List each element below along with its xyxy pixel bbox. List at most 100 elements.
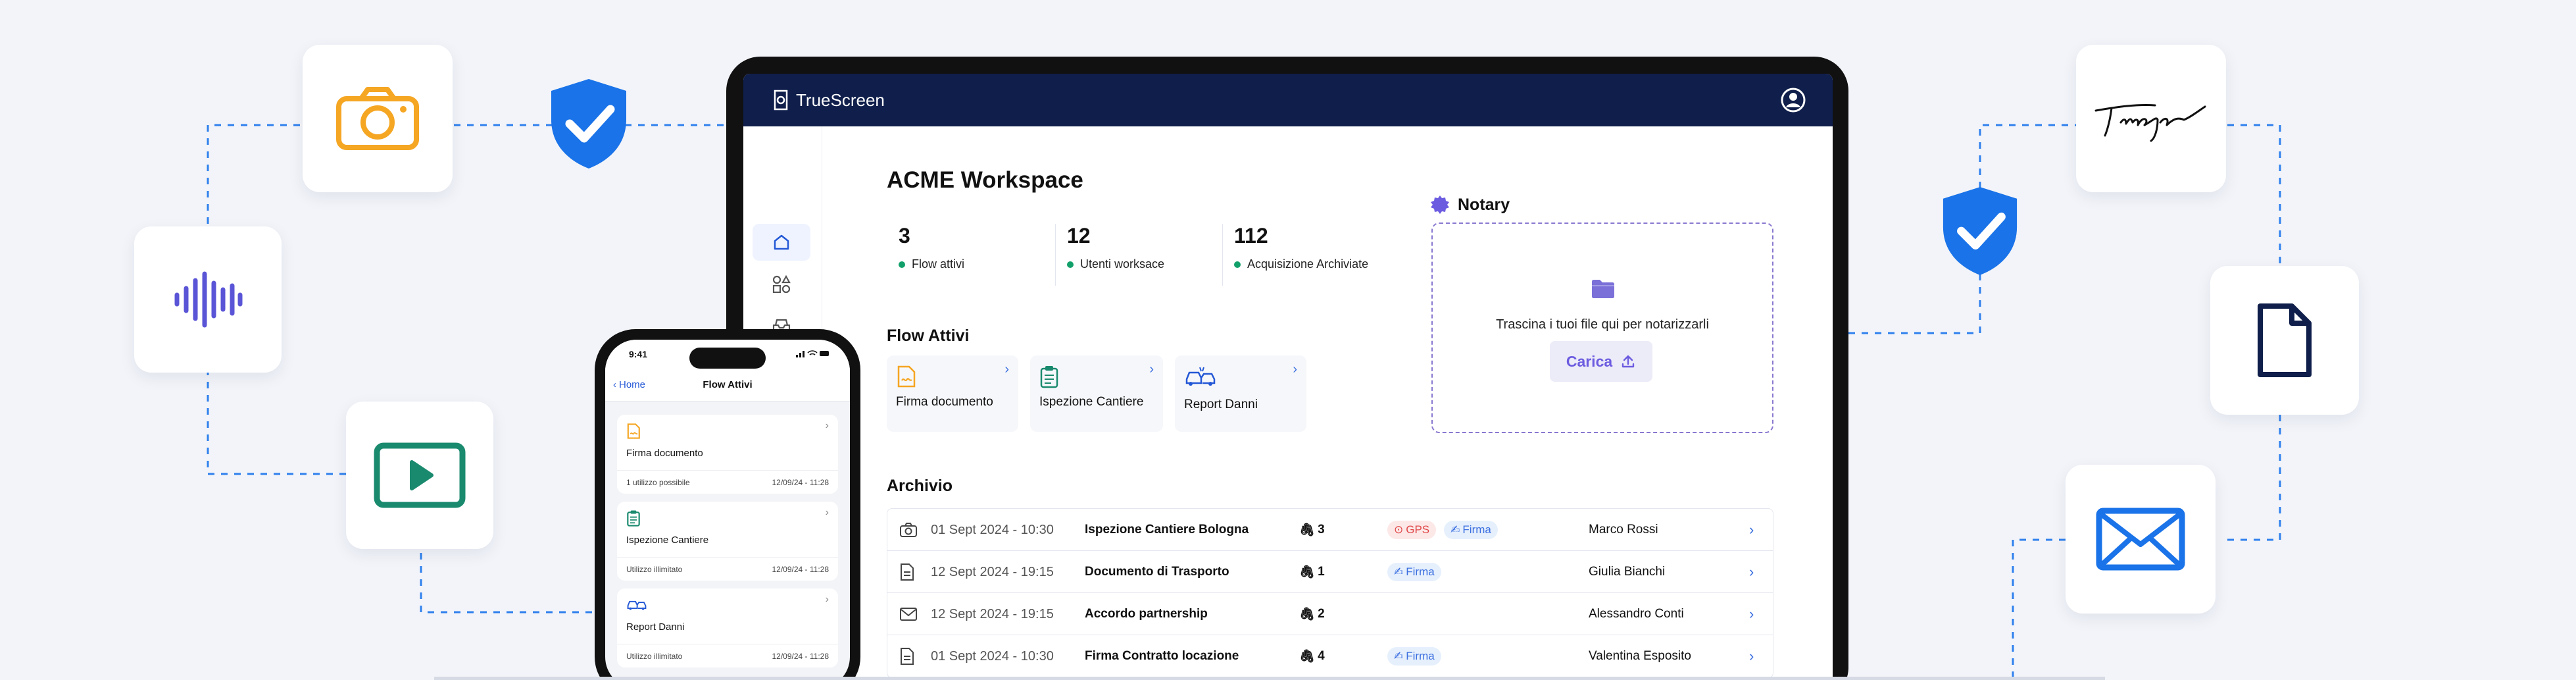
phone-time: 9:41 (629, 349, 648, 359)
sidebar-item-home[interactable] (753, 224, 810, 261)
audio-wave-icon (174, 271, 243, 328)
baseline-divider (434, 677, 2105, 680)
firma-tag: ✍ Firma (1387, 647, 1441, 666)
chevron-right-icon[interactable]: › (1749, 551, 1754, 593)
row-attachments: 🖇 3 (1299, 509, 1325, 551)
table-row[interactable]: 12 Sept 2024 - 19:15 Accordo partnership… (887, 593, 1773, 635)
stat-value: 12 (1067, 224, 1091, 248)
phone-flow-card[interactable]: Ispezione Cantiere › Utilizzo illimitato… (617, 502, 838, 581)
shield-check-icon (551, 79, 626, 169)
camera-icon (900, 523, 917, 537)
flow-card-firma-documento[interactable]: Firma documento › (887, 355, 1018, 432)
phone-status-bar: 9:41 (605, 340, 850, 370)
truescreen-logo[interactable]: TrueScreen (772, 90, 885, 111)
stat-label: Acquisizione Archiviate (1247, 257, 1369, 271)
phone-nav-bar: ‹ Home Flow Attivi (605, 370, 850, 402)
chevron-right-icon[interactable]: › (1749, 509, 1754, 551)
row-tags: ⊙ GPS ✍ Firma (1387, 509, 1498, 551)
flow-card-label: Report Danni (1184, 398, 1258, 411)
upload-label: Carica (1566, 352, 1613, 370)
attachment-count: 1 (1318, 565, 1325, 579)
archive-table: 01 Sept 2024 - 10:30 Ispezione Cantiere … (887, 508, 1773, 678)
document-card (2210, 266, 2359, 415)
card-usage: Utilizzo illimitato (626, 652, 683, 661)
table-row[interactable]: 01 Sept 2024 - 10:30 Ispezione Cantiere … (887, 509, 1773, 551)
card-date: 12/09/24 - 11:28 (772, 565, 829, 574)
upload-icon (1622, 355, 1635, 368)
row-person: Giulia Bianchi (1589, 565, 1666, 579)
divider (617, 557, 838, 558)
row-type-icon (899, 635, 915, 677)
attachment-count: 3 (1318, 523, 1325, 536)
phone-title: Flow Attivi (703, 379, 753, 390)
notary-dropzone[interactable]: Trascina i tuoi file qui per notarizzarl… (1431, 222, 1773, 433)
row-tags: ✍ Firma (1387, 551, 1441, 593)
gps-tag: ⊙ GPS (1387, 521, 1437, 539)
car-crash-icon (1185, 367, 1216, 386)
paperclip-icon: 🖇 (1299, 650, 1316, 664)
flow-section-title: Flow Attivi (887, 327, 970, 345)
dynamic-island (689, 348, 766, 369)
home-icon (774, 234, 789, 250)
dropzone-text: Trascina i tuoi file qui per notarizzarl… (1496, 317, 1709, 332)
flow-card-label: Firma documento (896, 395, 993, 409)
chevron-right-icon[interactable]: › (1749, 635, 1754, 677)
app-name: TrueScreen (796, 90, 885, 110)
top-bar: TrueScreen (743, 74, 1833, 126)
shield-check-icon (1943, 187, 2018, 275)
mail-card (2066, 465, 2216, 614)
card-date: 12/09/24 - 11:28 (772, 478, 829, 487)
row-attachments: 🖇 2 (1299, 593, 1325, 635)
attachment-count: 4 (1318, 649, 1325, 663)
flow-card-report-danni[interactable]: Report Danni › (1175, 355, 1306, 432)
row-date: 12 Sept 2024 - 19:15 (931, 606, 1054, 621)
row-person: Alessandro Conti (1589, 607, 1684, 621)
attachment-count: 2 (1318, 607, 1325, 621)
stat-utenti: 12 Utenti worksace (1067, 224, 1225, 284)
phone-flow-card[interactable]: Report Danni › Utilizzo illimitato 12/09… (617, 588, 838, 667)
archive-section-title: Archivio (887, 477, 953, 495)
phone-flow-card[interactable]: Firma documento › 1 utilizzo possibile 1… (617, 415, 838, 494)
car-crash-icon (627, 600, 647, 610)
notary-title: Notary (1458, 195, 1510, 214)
signature-pen-icon: ✍ (1394, 565, 1404, 578)
logo-icon (774, 90, 788, 111)
location-pin-icon: ⊙ (1394, 523, 1404, 536)
paperclip-icon: 🖇 (1299, 565, 1316, 579)
grid-shapes-icon (772, 275, 791, 294)
divider (617, 470, 838, 471)
stat-value: 3 (899, 224, 910, 248)
card-date: 12/09/24 - 11:28 (772, 652, 829, 661)
row-tags: ✍ Firma (1387, 635, 1441, 677)
chevron-right-icon[interactable]: › (1749, 593, 1754, 635)
table-row[interactable]: 12 Sept 2024 - 19:15 Documento di Traspo… (887, 551, 1773, 593)
hero-illustration: TrueScreen ACME Workspace 3 Flow attivi … (0, 0, 2576, 680)
row-name: Accordo partnership (1085, 607, 1208, 621)
document-sign-icon (627, 423, 640, 439)
clipboard-icon (1040, 366, 1058, 388)
upload-button[interactable]: Carica (1550, 341, 1652, 382)
row-name: Firma Contratto locazione (1085, 649, 1239, 663)
table-row[interactable]: 01 Sept 2024 - 10:30 Firma Contratto loc… (887, 635, 1773, 677)
document-icon (2258, 303, 2312, 377)
user-avatar-icon[interactable] (1780, 87, 1806, 113)
signature-card (2076, 45, 2226, 192)
sidebar-item-flows[interactable] (753, 266, 810, 303)
tag-label: GPS (1406, 523, 1430, 536)
notary-badge-icon (1431, 196, 1449, 214)
card-usage: 1 utilizzo possibile (626, 478, 690, 487)
status-dot (1234, 261, 1241, 268)
clipboard-icon (627, 510, 640, 527)
firma-tag: ✍ Firma (1387, 563, 1441, 581)
chevron-right-icon: › (825, 420, 829, 431)
status-dot (1067, 261, 1074, 268)
row-name: Ispezione Cantiere Bologna (1085, 523, 1249, 536)
flow-card-label: Ispezione Cantiere (1039, 395, 1144, 409)
audio-card (134, 226, 282, 373)
chevron-right-icon: › (1293, 362, 1297, 377)
video-play-icon (374, 442, 466, 508)
stat-flow-attivi: 3 Flow attivi (899, 224, 1056, 284)
flow-card-ispezione-cantiere[interactable]: Ispezione Cantiere › (1030, 355, 1163, 432)
document-icon (901, 648, 914, 665)
card-label: Firma documento (626, 448, 703, 459)
